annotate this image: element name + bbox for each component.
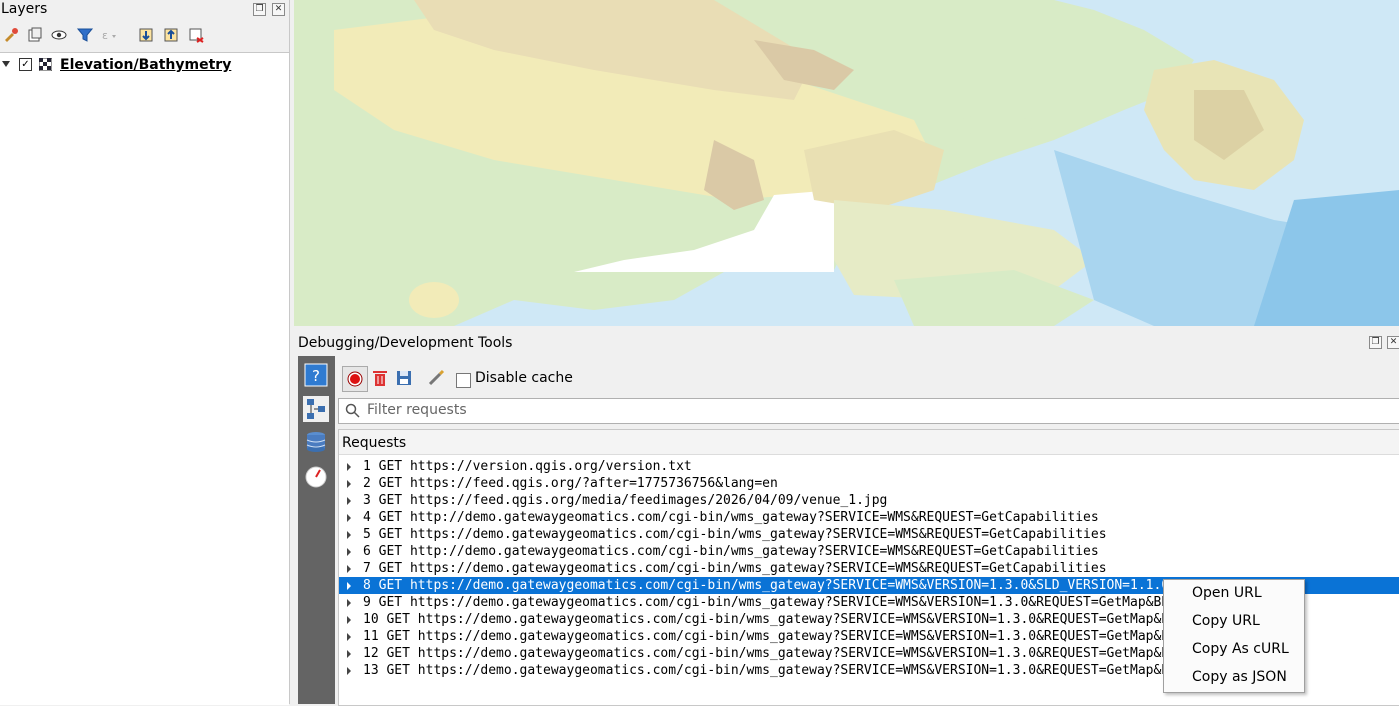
- search-icon: [345, 403, 360, 418]
- expand-arrow-icon[interactable]: [347, 463, 351, 471]
- debug-toolbar: Disable cache: [340, 364, 1399, 392]
- float-panel-button[interactable]: ❐: [253, 3, 266, 16]
- filter-legend-icon[interactable]: [76, 26, 94, 44]
- remove-layer-icon[interactable]: [187, 26, 205, 44]
- filter-by-expression-icon[interactable]: ε: [100, 26, 118, 44]
- disable-cache-checkbox[interactable]: [456, 373, 471, 388]
- request-text: 8 GET https://demo.gatewaygeomatics.com/…: [363, 578, 1271, 593]
- context-menu: Open URL Copy URL Copy As cURL Copy as J…: [1163, 579, 1305, 693]
- filter-requests-input[interactable]: Filter requests: [338, 398, 1399, 424]
- collapse-all-icon[interactable]: [162, 26, 180, 44]
- expand-all-icon[interactable]: [137, 26, 155, 44]
- request-row[interactable]: 7 GET https://demo.gatewaygeomatics.com/…: [339, 560, 1399, 577]
- request-row[interactable]: 1 GET https://version.qgis.org/version.t…: [339, 458, 1399, 475]
- request-text: 2 GET https://feed.qgis.org/?after=17757…: [363, 476, 778, 491]
- layer-row[interactable]: ✓ Elevation/Bathymetry: [0, 55, 289, 75]
- expand-arrow-icon[interactable]: [347, 599, 351, 607]
- request-text: 11 GET https://demo.gatewaygeomatics.com…: [363, 629, 1271, 644]
- map-canvas[interactable]: [294, 0, 1399, 326]
- save-icon[interactable]: [392, 366, 416, 390]
- expand-arrow-icon[interactable]: [347, 565, 351, 573]
- close-panel-button[interactable]: ✕: [272, 3, 285, 16]
- raster-layer-icon: [39, 58, 52, 71]
- requests-header: Requests: [339, 430, 1399, 455]
- filter-placeholder: Filter requests: [367, 402, 467, 418]
- close-panel-button[interactable]: ✕: [1387, 336, 1399, 349]
- elevation-map: [294, 0, 1399, 326]
- svg-text:ε: ε: [102, 29, 108, 42]
- profiler-icon[interactable]: [303, 464, 329, 490]
- clear-icon[interactable]: [368, 366, 392, 390]
- manage-map-themes-icon[interactable]: [50, 26, 68, 44]
- expand-arrow-icon[interactable]: [347, 480, 351, 488]
- expand-arrow-icon[interactable]: [347, 616, 351, 624]
- request-row[interactable]: 2 GET https://feed.qgis.org/?after=17757…: [339, 475, 1399, 492]
- expand-arrow-icon[interactable]: [347, 582, 351, 590]
- help-icon[interactable]: ?: [303, 362, 329, 388]
- request-text: 3 GET https://feed.qgis.org/media/feedim…: [363, 493, 888, 508]
- float-panel-button[interactable]: ❐: [1369, 336, 1382, 349]
- menu-item-open-url[interactable]: Open URL: [1164, 580, 1304, 608]
- expand-arrow-icon[interactable]: [347, 548, 351, 556]
- request-row[interactable]: 5 GET https://demo.gatewaygeomatics.com/…: [339, 526, 1399, 543]
- requests-header-label: Requests: [342, 435, 407, 451]
- menu-item-copy-as-curl[interactable]: Copy As cURL: [1164, 636, 1304, 664]
- request-row[interactable]: 6 GET http://demo.gatewaygeomatics.com/c…: [339, 543, 1399, 560]
- menu-item-copy-as-json[interactable]: Copy as JSON: [1164, 664, 1304, 692]
- request-row[interactable]: 4 GET http://demo.gatewaygeomatics.com/c…: [339, 509, 1399, 526]
- expand-arrow-icon[interactable]: [347, 650, 351, 658]
- layers-panel-title: Layers: [1, 1, 48, 17]
- request-text: 9 GET https://demo.gatewaygeomatics.com/…: [363, 595, 1271, 610]
- request-text: 12 GET https://demo.gatewaygeomatics.com…: [363, 646, 1271, 661]
- open-layer-styling-icon[interactable]: [2, 26, 20, 44]
- request-text: 13 GET https://demo.gatewaygeomatics.com…: [363, 663, 1271, 678]
- menu-item-copy-url[interactable]: Copy URL: [1164, 608, 1304, 636]
- record-icon[interactable]: [342, 366, 368, 392]
- filter-row: Filter requests: [298, 396, 1399, 424]
- settings-icon[interactable]: [424, 366, 448, 390]
- layer-visibility-checkbox[interactable]: ✓: [19, 58, 32, 71]
- layers-tree: ✓ Elevation/Bathymetry: [0, 52, 289, 705]
- request-text: 7 GET https://demo.gatewaygeomatics.com/…: [363, 561, 1107, 576]
- request-row[interactable]: 3 GET https://feed.qgis.org/media/feedim…: [339, 492, 1399, 509]
- request-text: 6 GET http://demo.gatewaygeomatics.com/c…: [363, 544, 1099, 559]
- layers-panel: Layers ❐ ✕ ε ✓ Elevation/Bathymetry: [0, 0, 290, 705]
- request-text: 5 GET https://demo.gatewaygeomatics.com/…: [363, 527, 1107, 542]
- layers-toolbar: ε: [0, 24, 289, 46]
- request-text: 4 GET http://demo.gatewaygeomatics.com/c…: [363, 510, 1099, 525]
- add-group-icon[interactable]: [26, 26, 44, 44]
- disable-cache-label: Disable cache: [475, 370, 573, 386]
- menu-item-label: Copy URL: [1192, 613, 1260, 629]
- expand-arrow-icon[interactable]: [347, 497, 351, 505]
- expand-arrow-icon[interactable]: [347, 667, 351, 675]
- menu-item-label: Copy as JSON: [1192, 669, 1287, 685]
- expand-arrow-icon[interactable]: [347, 514, 351, 522]
- expand-arrow-icon[interactable]: [347, 633, 351, 641]
- menu-item-label: Copy As cURL: [1192, 641, 1289, 657]
- collapse-icon[interactable]: [2, 61, 10, 67]
- database-icon[interactable]: [303, 429, 329, 455]
- debug-dock-title: Debugging/Development Tools: [298, 335, 513, 351]
- menu-item-label: Open URL: [1192, 585, 1262, 601]
- request-text: 10 GET https://demo.gatewaygeomatics.com…: [363, 612, 1271, 627]
- layer-name: Elevation/Bathymetry: [60, 57, 232, 73]
- expand-arrow-icon[interactable]: [347, 531, 351, 539]
- svg-text:?: ?: [312, 367, 320, 385]
- request-text: 1 GET https://version.qgis.org/version.t…: [363, 459, 692, 474]
